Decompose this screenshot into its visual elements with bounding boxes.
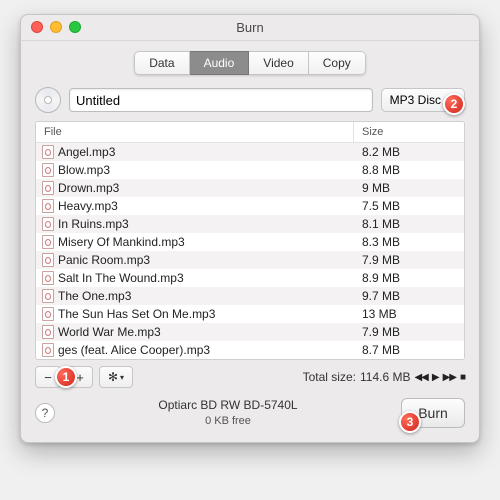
file-name: Drown.mp3 xyxy=(58,181,119,195)
audio-file-icon xyxy=(42,325,54,339)
file-name: The Sun Has Set On Me.mp3 xyxy=(58,307,215,321)
audio-file-icon xyxy=(42,199,54,213)
window-title: Burn xyxy=(236,20,263,35)
file-name: Heavy.mp3 xyxy=(58,199,118,213)
table-row[interactable]: Drown.mp3 9 MB xyxy=(36,179,464,197)
audio-file-icon xyxy=(42,217,54,231)
table-row[interactable]: The Sun Has Set On Me.mp3 13 MB xyxy=(36,305,464,323)
table-row[interactable]: Panic Room.mp3 7.9 MB xyxy=(36,251,464,269)
audio-file-icon xyxy=(42,181,54,195)
audio-file-icon xyxy=(42,145,54,159)
table-row[interactable]: ges (feat. Alice Cooper).mp3 8.7 MB xyxy=(36,341,464,359)
drive-name: Optiarc BD RW BD-5740L xyxy=(55,398,401,414)
tab-copy[interactable]: Copy xyxy=(309,51,366,75)
callout-3: 3 xyxy=(399,411,421,433)
audio-file-icon xyxy=(42,235,54,249)
disc-name-input[interactable] xyxy=(69,88,373,112)
file-size: 7.9 MB xyxy=(354,251,464,269)
callout-1: 1 xyxy=(55,366,77,388)
disc-type-label: MP3 Disc xyxy=(390,93,441,107)
gear-icon: ✻ xyxy=(108,370,118,384)
file-size: 7.5 MB xyxy=(354,197,464,215)
file-size: 8.1 MB xyxy=(354,215,464,233)
callout-2: 2 xyxy=(443,93,465,115)
window-controls xyxy=(31,21,81,33)
table-row[interactable]: In Ruins.mp3 8.1 MB xyxy=(36,215,464,233)
audio-file-icon xyxy=(42,253,54,267)
file-size: 9.7 MB xyxy=(354,287,464,305)
total-size: Total size: 114.6 MB ◀◀ ▶ ▶▶ ■ xyxy=(303,370,465,384)
table-row[interactable]: Salt In The Wound.mp3 8.9 MB xyxy=(36,269,464,287)
table-row[interactable]: Blow.mp3 8.8 MB xyxy=(36,161,464,179)
minimize-icon[interactable] xyxy=(50,21,62,33)
file-name: The One.mp3 xyxy=(58,289,131,303)
table-row[interactable]: Misery Of Mankind.mp3 8.3 MB xyxy=(36,233,464,251)
file-name: ges (feat. Alice Cooper).mp3 xyxy=(58,343,210,357)
file-size: 8.3 MB xyxy=(354,233,464,251)
table-row[interactable]: Heavy.mp3 7.5 MB xyxy=(36,197,464,215)
mode-tabs: Data Audio Video Copy xyxy=(21,41,479,83)
audio-file-icon xyxy=(42,163,54,177)
tab-video[interactable]: Video xyxy=(249,51,308,75)
audio-file-icon xyxy=(42,271,54,285)
audio-file-icon xyxy=(42,289,54,303)
prev-button[interactable]: ◀◀ xyxy=(414,372,427,383)
file-name: In Ruins.mp3 xyxy=(58,217,129,231)
play-button[interactable]: ▶ xyxy=(432,372,439,383)
help-button[interactable]: ? xyxy=(35,403,55,423)
close-icon[interactable] xyxy=(31,21,43,33)
table-row[interactable]: World War Me.mp3 7.9 MB xyxy=(36,323,464,341)
file-size: 13 MB xyxy=(354,305,464,323)
table-row[interactable]: The One.mp3 9.7 MB xyxy=(36,287,464,305)
file-name: Blow.mp3 xyxy=(58,163,110,177)
col-file[interactable]: File xyxy=(36,122,354,142)
file-list: File Size Angel.mp38.2 MBBlow.mp38.8 MBD… xyxy=(35,121,465,360)
options-button[interactable]: ✻ ▾ xyxy=(99,366,133,388)
file-size: 8.2 MB xyxy=(354,143,464,161)
file-size: 9 MB xyxy=(354,179,464,197)
chevron-down-icon: ▾ xyxy=(120,373,124,382)
tab-data[interactable]: Data xyxy=(134,51,189,75)
tab-audio[interactable]: Audio xyxy=(190,51,250,75)
drive-info: Optiarc BD RW BD-5740L 0 KB free xyxy=(55,398,401,428)
file-name: Misery Of Mankind.mp3 xyxy=(58,235,185,249)
file-name: World War Me.mp3 xyxy=(58,325,161,339)
file-size: 8.8 MB xyxy=(354,161,464,179)
col-size[interactable]: Size xyxy=(354,122,464,142)
file-name: Angel.mp3 xyxy=(58,145,115,159)
stop-button[interactable]: ■ xyxy=(460,372,465,383)
disc-icon xyxy=(35,87,61,113)
burn-window: Burn Data Audio Video Copy MP3 Disc ▴▾ F… xyxy=(20,14,480,443)
titlebar: Burn xyxy=(21,15,479,41)
next-button[interactable]: ▶▶ xyxy=(443,372,456,383)
file-name: Salt In The Wound.mp3 xyxy=(58,271,184,285)
audio-file-icon xyxy=(42,343,54,357)
file-name: Panic Room.mp3 xyxy=(58,253,150,267)
file-size: 8.9 MB xyxy=(354,269,464,287)
zoom-icon[interactable] xyxy=(69,21,81,33)
file-size: 7.9 MB xyxy=(354,323,464,341)
file-size: 8.7 MB xyxy=(354,341,464,359)
drive-free: 0 KB free xyxy=(55,414,401,428)
table-row[interactable]: Angel.mp3 8.2 MB xyxy=(36,143,464,161)
list-header: File Size xyxy=(36,122,464,143)
audio-file-icon xyxy=(42,307,54,321)
